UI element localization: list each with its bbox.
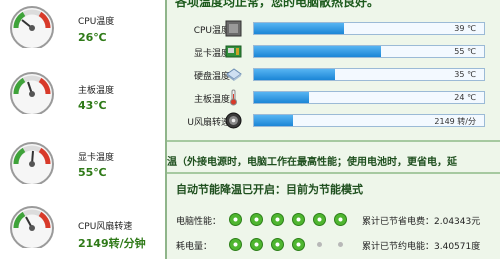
level-dot-on [229, 238, 242, 251]
sensor-cpu-temp[interactable]: CPU温度 26℃ [0, 0, 165, 60]
eco-label: 电脑性能： [176, 217, 222, 227]
eco-row-performance: 电脑性能： 累计已节省电费：2.04343元 [167, 210, 500, 230]
sensor-sidebar: CPU温度 26℃ 主板温度 43℃ 显卡温度 55℃ CPU风扇转速 2149… [0, 0, 165, 259]
bar-value: 55 ℃ [454, 47, 476, 56]
bar-fill [254, 46, 381, 57]
gauge-icon [8, 70, 56, 116]
section-divider [167, 140, 500, 142]
level-dot [334, 238, 347, 251]
temp-bar: 24 ℃ [253, 91, 485, 104]
level-dot [229, 238, 242, 251]
temp-row-board: 主板温度 24 ℃ [167, 87, 500, 109]
section-divider [167, 172, 500, 174]
sensor-value: 43℃ [78, 99, 107, 112]
level-dot-off [317, 242, 322, 247]
sensor-value: 2149转/分钟 [78, 237, 146, 250]
saved-cost-stat: 累计已节省电费：2.04343元 [362, 217, 481, 227]
bar-fill [254, 115, 294, 126]
level-dot [334, 213, 347, 226]
gauge-icon [8, 4, 56, 50]
sensor-gpu-temp[interactable]: 显卡温度 55℃ [0, 136, 165, 196]
level-dot-on [250, 213, 263, 226]
temp-row-gpu: 显卡温度 55 ℃ [167, 41, 500, 63]
bar-fill [254, 69, 335, 80]
level-dot [271, 238, 284, 251]
saved-energy-stat: 累计已节约电能：3.40571度 [362, 242, 481, 252]
level-dot-on [271, 213, 284, 226]
sensor-label: 显卡温度 [78, 153, 115, 163]
sensor-value: 55℃ [78, 166, 107, 179]
level-dot-on [292, 238, 305, 251]
thermometer-icon [225, 89, 242, 106]
temp-bar: 55 ℃ [253, 45, 485, 58]
eco-mode-title: 自动节能降温已开启：目前为节能模式 [176, 183, 363, 196]
bar-value: 24 ℃ [454, 93, 476, 102]
level-dot [313, 238, 326, 251]
gauge-icon [8, 204, 56, 250]
level-dot [313, 213, 326, 226]
eco-label: 耗电量： [176, 242, 213, 252]
temp-bar: 35 ℃ [253, 68, 485, 81]
level-dot-on [334, 213, 347, 226]
gauge-icon [8, 140, 56, 186]
sensor-cpu-fan[interactable]: CPU风扇转速 2149转/分钟 [0, 200, 165, 260]
level-dot-on [313, 213, 326, 226]
bar-value: 2149 转/分 [434, 117, 476, 126]
temp-row-cpu: CPU温度 39 ℃ [167, 18, 500, 40]
bar-fill [254, 92, 310, 103]
sensor-label: CPU风扇转速 [78, 222, 133, 232]
level-dot-on [292, 213, 305, 226]
level-dot [229, 213, 242, 226]
fan-icon [225, 112, 242, 129]
sensor-label: CPU温度 [78, 17, 115, 27]
status-headline: 各项温度均正常，您的电脑散热良好。 [175, 0, 380, 9]
level-dot [250, 213, 263, 226]
temp-bar: 39 ℃ [253, 22, 485, 35]
hard-disk-icon [225, 66, 242, 83]
sensor-value: 26℃ [78, 31, 107, 44]
fan-bar: 2149 转/分 [253, 114, 485, 127]
bar-value: 35 ℃ [454, 70, 476, 79]
eco-row-power: 耗电量： 累计已节约电能：3.40571度 [167, 235, 500, 255]
graphics-card-icon [225, 43, 242, 60]
level-dot [250, 238, 263, 251]
sensor-label: 主板温度 [78, 86, 115, 96]
row-label: U风扇转速 [187, 118, 230, 128]
bar-value: 39 ℃ [454, 24, 476, 33]
level-dot-on [250, 238, 263, 251]
sensor-board-temp[interactable]: 主板温度 43℃ [0, 66, 165, 126]
level-dot-on [229, 213, 242, 226]
bar-fill [254, 23, 344, 34]
level-dot [292, 213, 305, 226]
cpu-icon [225, 20, 242, 37]
fan-row-cpu: U风扇转速 2149 转/分 [167, 110, 500, 132]
main-panel: 各项温度均正常，您的电脑散热良好。 CPU温度 39 ℃ 显卡温度 55 ℃ 硬… [167, 0, 500, 259]
level-dot-on [271, 238, 284, 251]
power-tip-text: 温（外接电源时，电脑工作在最高性能；使用电池时，更省电，延 [167, 157, 457, 168]
level-dot [271, 213, 284, 226]
level-dot-off [338, 242, 343, 247]
level-dot [292, 238, 305, 251]
temp-row-hdd: 硬盘温度 35 ℃ [167, 64, 500, 86]
